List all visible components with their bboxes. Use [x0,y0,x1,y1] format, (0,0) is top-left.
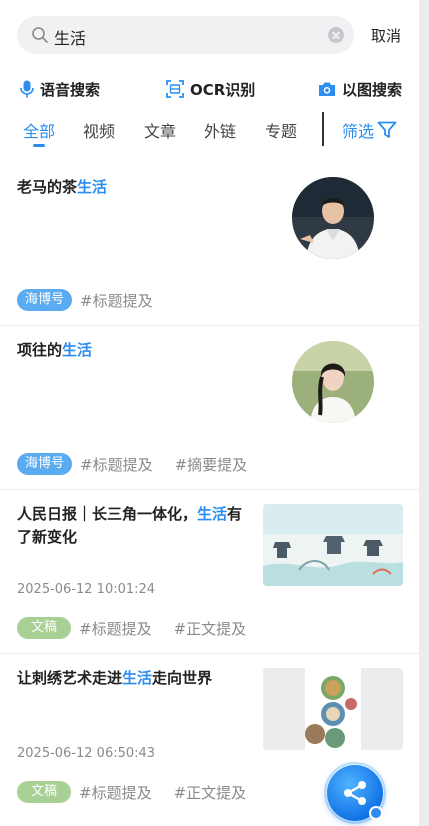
result-card[interactable]: 项往的生活 海博号 #标题提及 #摘要提及 [0,326,419,490]
filter-label: 筛选 [342,122,375,141]
voice-search-button[interactable]: 语音搜索 [20,78,100,100]
ocr-button[interactable]: OCR识别 [166,78,255,100]
filter-button[interactable]: 筛选 [342,118,397,142]
result-tags: 文稿 #标题提及 #正文提及 [17,617,268,639]
share-icon [344,781,366,805]
fab-badge-dot [369,806,383,820]
microphone-icon [20,80,34,98]
clear-icon[interactable] [328,27,344,43]
tab-article[interactable]: 文章 [144,118,176,142]
result-avatar [292,341,374,423]
scrollbar[interactable] [419,0,429,826]
result-tags: 文稿 #标题提及 #正文提及 [17,781,268,803]
ocr-label: OCR识别 [190,80,256,99]
mention-tag: #摘要提及 [174,455,248,474]
scan-icon [166,80,184,98]
search-icon [32,27,48,43]
voice-search-label: 语音搜索 [40,80,101,99]
source-badge: 海博号 [17,453,73,475]
result-title[interactable]: 让刺绣艺术走进生活走向世界 [17,667,212,690]
result-card[interactable]: 人民日报｜长三角一体化，生活有了新变化 2025-06-12 10:01:24 … [0,490,419,654]
image-search-label: 以图搜索 [342,80,403,99]
search-input[interactable]: 生活 [17,16,354,54]
mention-tag: #正文提及 [173,619,247,638]
search-query[interactable]: 生活 [54,25,86,49]
camera-icon [319,82,335,96]
active-tab-indicator [33,144,45,147]
result-thumbnail [263,668,403,750]
image-search-button[interactable]: 以图搜索 [318,78,402,100]
result-date: 2025-06-12 10:01:24 [17,582,156,597]
tab-topic[interactable]: 专题 [265,118,297,142]
cancel-button[interactable]: 取消 [371,25,401,46]
mention-tag: #标题提及 [79,619,152,638]
result-title[interactable]: 老马的茶生活 [17,176,107,199]
mention-tag: #标题提及 [79,783,152,802]
result-thumbnail [263,504,403,586]
category-tabs: 全部 视频 文章 外链 专题 筛选 [0,110,419,154]
tab-video[interactable]: 视频 [83,118,115,142]
type-badge: 文稿 [17,781,71,803]
type-badge: 文稿 [17,617,71,639]
source-badge: 海博号 [17,289,73,311]
mention-tag: #正文提及 [173,783,247,802]
tab-divider [322,112,324,146]
result-date: 2025-06-12 06:50:43 [17,746,156,761]
mention-tag: #标题提及 [80,455,153,474]
tab-external-link[interactable]: 外链 [204,118,236,142]
filter-icon [377,121,397,138]
result-title[interactable]: 项往的生活 [17,339,92,362]
mention-tag: #标题提及 [80,291,153,310]
result-tags: 海博号 #标题提及 [17,289,175,311]
result-card[interactable]: 老马的茶生活 海博号 #标题提及 [0,160,419,326]
result-tags: 海博号 #标题提及 #摘要提及 [17,453,269,475]
search-tools: 语音搜索 OCR识别 以图搜索 [0,70,419,108]
tab-all[interactable]: 全部 [23,118,55,142]
result-title[interactable]: 人民日报｜长三角一体化，生活有了新变化 [17,503,257,549]
search-header: 生活 取消 [0,0,419,68]
result-avatar [292,177,374,259]
